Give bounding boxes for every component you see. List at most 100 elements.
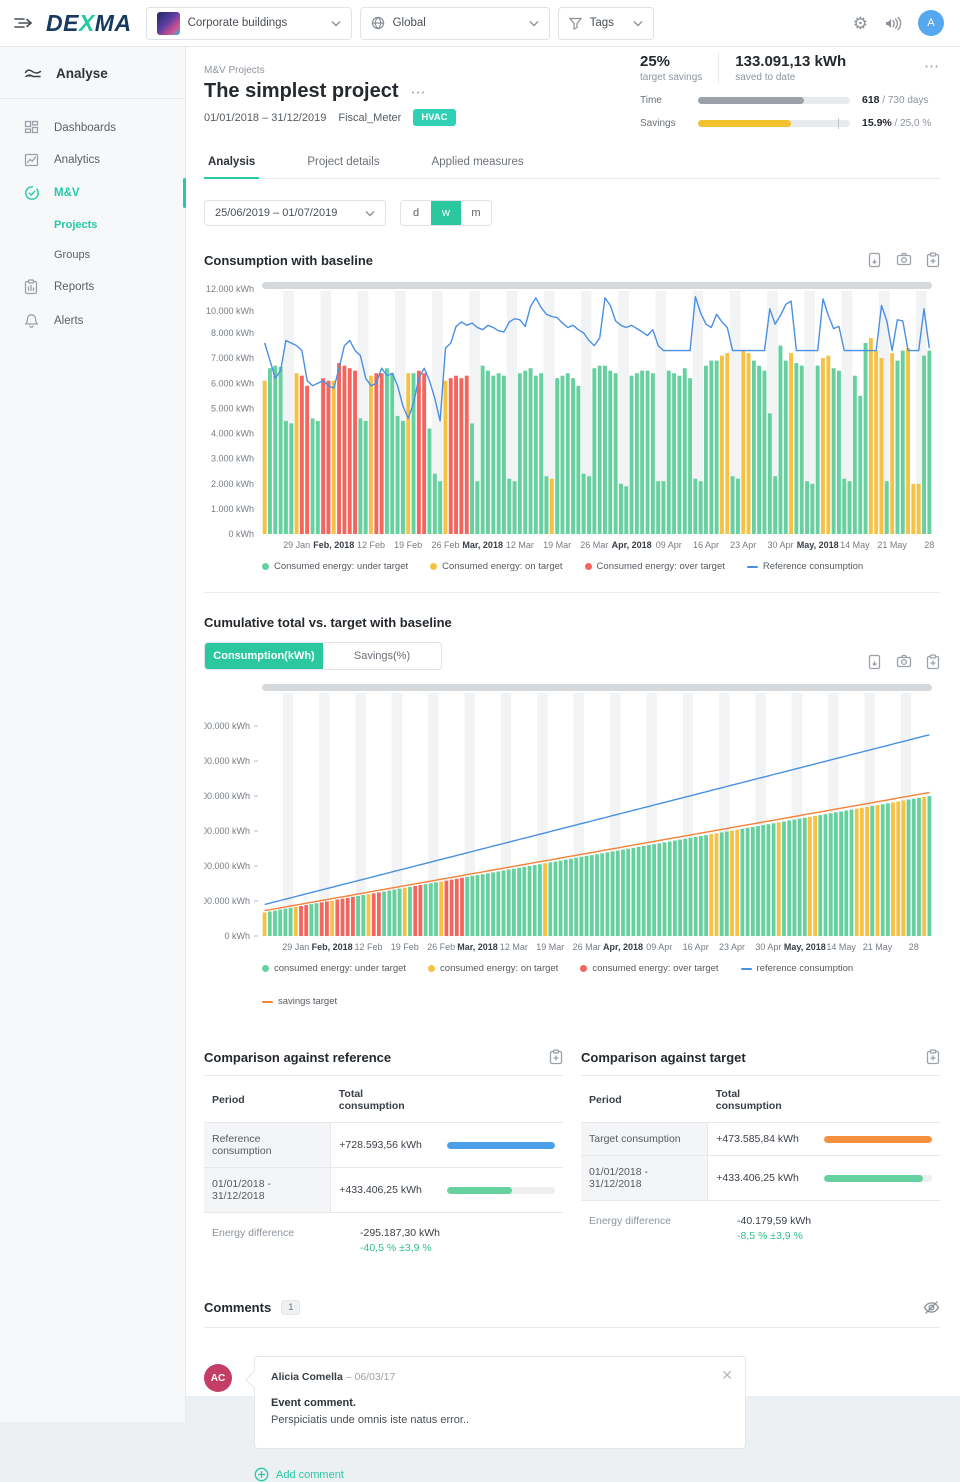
sidebar-item-label: M&V: [54, 187, 80, 199]
snapshot-camera-icon[interactable]: [896, 252, 912, 268]
time-progress-total: / 730 days: [880, 95, 929, 106]
export-file-icon[interactable]: [867, 252, 882, 268]
legend-item[interactable]: consumed energy: on target: [428, 963, 558, 974]
legend-item[interactable]: reference consumption: [741, 963, 854, 974]
comment-item: AC Alicia Comella – 06/03/17 ✕ Event com…: [204, 1356, 940, 1449]
add-comment-button[interactable]: Add comment: [254, 1467, 940, 1482]
legend-item[interactable]: Consumed energy: on target: [430, 561, 562, 572]
comparison-title: Comparison against reference: [204, 1050, 391, 1065]
legend-item[interactable]: Consumed energy: over target: [585, 561, 725, 572]
svg-text:16 Apr: 16 Apr: [693, 540, 719, 550]
table-header: Total consumption: [708, 1078, 816, 1123]
chart1-title: Consumption with baseline: [204, 253, 373, 268]
svg-text:30 Apr: 30 Apr: [755, 942, 781, 952]
svg-text:09 Apr: 09 Apr: [646, 942, 672, 952]
svg-text:10.000 kWh: 10.000 kWh: [206, 306, 254, 316]
sidebar-item-reports[interactable]: Reports: [0, 270, 185, 304]
svg-text:09 Apr: 09 Apr: [656, 540, 682, 550]
snapshot-camera-icon[interactable]: [896, 654, 912, 670]
svg-text:0 kWh: 0 kWh: [224, 931, 250, 941]
tab-applied-measures[interactable]: Applied measures: [428, 150, 528, 178]
project-tag-badge: HVAC: [413, 109, 455, 126]
svg-text:May, 2018: May, 2018: [784, 942, 826, 952]
date-range-select[interactable]: 25/06/2019 – 01/07/2019: [204, 200, 386, 226]
toggle-consumption-kwh-[interactable]: Consumption(kWh): [205, 643, 323, 669]
table-header: Total consumption: [331, 1078, 439, 1123]
comparison-against-target: Comparison against targetPeriodTotal con…: [581, 1049, 940, 1254]
legend-item[interactable]: consumed energy: over target: [580, 963, 718, 974]
announcements-megaphone-icon[interactable]: [884, 16, 902, 31]
sidebar-item-m-v[interactable]: M&V: [0, 176, 185, 210]
svg-text:1.200.000 kWh: 1.200.000 kWh: [204, 721, 250, 731]
building-selector[interactable]: Corporate buildings: [146, 7, 352, 40]
analytics-icon: [24, 153, 40, 167]
dashboards-icon: [24, 120, 40, 135]
comment-close-icon[interactable]: ✕: [721, 1367, 733, 1384]
copy-clipboard-icon[interactable]: [926, 654, 940, 670]
granularity-w[interactable]: w: [431, 201, 461, 225]
comparison-table: PeriodTotal consumptionReference consump…: [204, 1078, 563, 1213]
legend-item[interactable]: consumed energy: under target: [262, 963, 406, 974]
copy-clipboard-icon[interactable]: [926, 252, 940, 268]
svg-text:Mar, 2018: Mar, 2018: [457, 942, 498, 952]
date-range-value: 25/06/2019 – 01/07/2019: [215, 207, 351, 219]
sidebar-section-title: Analyse: [56, 66, 108, 81]
sidebar-item-label: Dashboards: [54, 122, 116, 134]
sidebar: Analyse Dashboards Analytics M&V ProjectsGr…: [0, 47, 186, 1422]
copy-clipboard-icon[interactable]: [549, 1049, 563, 1065]
cumulative-toggle: Consumption(kWh)Savings(%): [204, 642, 442, 670]
title-more-icon[interactable]: ⋯: [411, 83, 427, 101]
sidebar-item-dashboards[interactable]: Dashboards: [0, 111, 185, 144]
consumption-chart[interactable]: 0 kWh1.000 kWh2.000 kWh3.000 kWh4.000 kW…: [204, 278, 940, 559]
filter-icon: [569, 17, 582, 30]
svg-text:2.000 kWh: 2.000 kWh: [211, 479, 254, 489]
legend-item[interactable]: Consumed energy: under target: [262, 561, 408, 572]
svg-text:19 Mar: 19 Mar: [543, 540, 571, 550]
plus-circle-icon: [254, 1467, 269, 1482]
svg-text:Apr, 2018: Apr, 2018: [612, 540, 652, 550]
scope-selector-label: Global: [393, 17, 515, 29]
svg-text:0 kWh: 0 kWh: [228, 529, 254, 539]
cumulative-chart[interactable]: 0 kWh200.000 kWh400.000 kWh600.000 kWh80…: [204, 680, 940, 961]
energy-difference-row: Energy difference-40.179,59 kWh-8,5 % ±3…: [581, 1215, 940, 1242]
tags-selector[interactable]: Tags: [558, 7, 654, 40]
export-file-icon[interactable]: [867, 654, 882, 670]
svg-text:19 Feb: 19 Feb: [394, 540, 422, 550]
svg-text:1.000.000 kWh: 1.000.000 kWh: [204, 756, 250, 766]
globe-icon: [371, 16, 385, 30]
hide-comments-eye-off-icon[interactable]: [923, 1300, 940, 1315]
project-header: M&V Projects The simplest project ⋯ 01/0…: [204, 65, 940, 126]
copy-clipboard-icon[interactable]: [926, 1049, 940, 1065]
granularity-d[interactable]: d: [401, 201, 431, 225]
sidebar-item-alerts[interactable]: Alerts: [0, 304, 185, 338]
chevron-down-icon: [529, 20, 539, 27]
svg-text:7.000 kWh: 7.000 kWh: [211, 353, 254, 363]
user-avatar[interactable]: A: [918, 10, 944, 36]
svg-text:28: 28: [909, 942, 919, 952]
svg-text:21 May: 21 May: [877, 540, 907, 550]
svg-text:26 Feb: 26 Feb: [427, 942, 455, 952]
legend-item[interactable]: Reference consumption: [747, 561, 863, 572]
time-progress-value: 618: [862, 94, 880, 106]
tab-analysis[interactable]: Analysis: [204, 150, 259, 178]
reports-icon: [24, 279, 40, 295]
savings-progress-label: Savings: [640, 118, 698, 129]
savings-target-marker: [838, 118, 839, 129]
sidebar-item-analytics[interactable]: Analytics: [0, 144, 185, 176]
sidebar-item-groups[interactable]: Groups: [0, 240, 185, 270]
tab-project-details[interactable]: Project details: [303, 150, 383, 178]
collapse-sidebar-icon[interactable]: [0, 16, 46, 30]
toggle-savings-[interactable]: Savings(%): [323, 643, 441, 669]
sidebar-item-projects[interactable]: Projects: [0, 210, 185, 240]
project-stats: ⋯ 25% target savings 133.091,13 kWh save…: [640, 53, 940, 129]
savings-progress-value: 15.9%: [862, 117, 892, 129]
granularity-m[interactable]: m: [461, 201, 491, 225]
scope-selector[interactable]: Global: [360, 7, 550, 40]
svg-text:19 Mar: 19 Mar: [536, 942, 564, 952]
chevron-down-icon: [365, 210, 375, 217]
legend-item[interactable]: savings target: [262, 996, 337, 1007]
svg-text:14 May: 14 May: [840, 540, 870, 550]
settings-gear-icon[interactable]: ⚙: [853, 15, 868, 32]
main-content: M&V Projects The simplest project ⋯ 01/0…: [186, 47, 960, 1396]
stats-more-icon[interactable]: ⋯: [924, 57, 940, 75]
